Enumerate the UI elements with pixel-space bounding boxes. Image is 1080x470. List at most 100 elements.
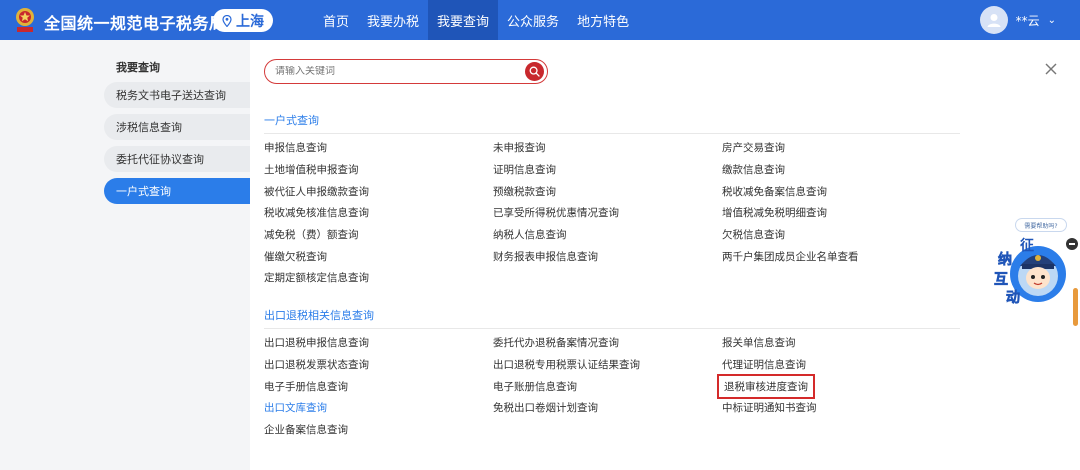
section-title-one-stop: 一户式查询	[264, 112, 960, 134]
search-icon	[529, 66, 540, 77]
query-link-label: 中标证明通知书查询	[722, 402, 817, 415]
nav-label: 我要办税	[367, 14, 420, 30]
user-icon	[987, 14, 1001, 27]
query-link-label: 出口退税申报信息查询	[264, 337, 369, 350]
query-link-label: 电子手册信息查询	[264, 380, 348, 393]
query-link-label: 增值税减免税明细查询	[722, 207, 827, 220]
query-link-label: 税收减免备案信息查询	[722, 185, 827, 198]
query-link-label: 税收减免核准信息查询	[264, 207, 369, 220]
query-link-label: 纳税人信息查询	[493, 229, 567, 242]
nav-label: 首页	[323, 14, 350, 30]
query-link-label: 出口退税发票状态查询	[264, 359, 369, 372]
assistant-char-3: 互	[994, 272, 1008, 288]
search-box	[264, 59, 548, 84]
query-link[interactable]: 财务报表申报信息查询	[493, 245, 722, 267]
query-link-label: 电子账册信息查询	[493, 380, 577, 393]
nav-label: 地方特色	[577, 14, 630, 30]
query-link[interactable]: 中标证明通知书查询	[722, 397, 951, 419]
query-link[interactable]: 预缴税款查询	[493, 180, 722, 202]
sidebar-item-one-stop-query[interactable]: 一户式查询	[104, 178, 250, 204]
query-link[interactable]: 代理证明信息查询	[722, 354, 951, 376]
query-link[interactable]: 催缴欠税查询	[264, 245, 493, 267]
user-name: **云	[1015, 13, 1040, 28]
nav-public-service[interactable]: 公众服务	[498, 0, 568, 40]
query-link[interactable]: 报关单信息查询	[722, 332, 951, 354]
query-link[interactable]: 出口退税申报信息查询	[264, 332, 493, 354]
query-link[interactable]: 被代征人申报缴款查询	[264, 180, 493, 202]
scroll-handle[interactable]	[1073, 288, 1078, 326]
query-link[interactable]: 税收减免备案信息查询	[722, 180, 951, 202]
close-icon[interactable]	[1044, 62, 1058, 76]
query-link[interactable]: 企业备案信息查询	[264, 419, 493, 441]
nav-home[interactable]: 首页	[314, 0, 358, 40]
help-bubble[interactable]: 需要帮助吗?	[1015, 218, 1067, 232]
query-link[interactable]: 增值税减免税明细查询	[722, 202, 951, 224]
query-link[interactable]: 欠税信息查询	[722, 224, 951, 246]
nav-query[interactable]: 我要查询	[428, 0, 499, 40]
minimize-assistant-button[interactable]	[1066, 238, 1078, 250]
query-link[interactable]: 出口文库查询	[264, 397, 493, 419]
query-link-label: 免税出口卷烟计划查询	[493, 402, 598, 415]
query-link[interactable]: 房产交易查询	[722, 137, 951, 159]
query-link[interactable]: 电子账册信息查询	[493, 375, 722, 397]
location-pin-icon	[222, 14, 232, 27]
query-link[interactable]: 出口退税发票状态查询	[264, 354, 493, 376]
query-panel: 一户式查询 申报信息查询 未申报查询 房产交易查询土地增值税申报查询 证明信息查询 缴款…	[250, 40, 1080, 470]
assistant-char-2: 纳	[998, 251, 1012, 268]
query-link-label: 定期定额核定信息查询	[264, 272, 369, 285]
nav-tax-handling[interactable]: 我要办税	[358, 0, 428, 40]
query-link-label: 预缴税款查询	[493, 185, 556, 198]
sidebar-item-e-delivery[interactable]: 税务文书电子送达查询	[104, 82, 250, 108]
one-stop-query-links: 申报信息查询 未申报查询 房产交易查询土地增值税申报查询 证明信息查询 缴款信息查询被代…	[264, 137, 984, 289]
query-link[interactable]: 免税出口卷烟计划查询	[493, 397, 722, 419]
assistant-char-1: 征	[1020, 237, 1034, 254]
query-link[interactable]: 两千户集团成员企业名单查看	[722, 245, 951, 267]
region-selector[interactable]: 上海	[213, 9, 273, 32]
search-input[interactable]	[275, 66, 515, 77]
query-link[interactable]: 税收减免核准信息查询	[264, 202, 493, 224]
query-link[interactable]: 减免税（费）额查询	[264, 224, 493, 246]
query-link-label: 企业备案信息查询	[264, 424, 348, 437]
sidebar-title: 我要查询	[116, 61, 160, 74]
search-button[interactable]	[525, 62, 544, 81]
tax-assistant-mascot-icon[interactable]: 征 纳 互 动	[992, 236, 1070, 306]
query-link-label: 减免税（费）额查询	[264, 229, 359, 242]
query-link-label: 缴款信息查询	[722, 164, 785, 177]
query-link-label: 报关单信息查询	[722, 337, 796, 350]
query-link-label: 两千户集团成员企业名单查看	[722, 250, 859, 263]
avatar[interactable]	[979, 6, 1008, 34]
query-link-label: 已享受所得税优惠情况查询	[493, 207, 619, 220]
query-link[interactable]: 纳税人信息查询	[493, 224, 722, 246]
sidebar-item-tax-info[interactable]: 涉税信息查询	[104, 114, 250, 140]
nav-local-features[interactable]: 地方特色	[568, 0, 638, 40]
chevron-down-icon[interactable]: ⌄	[1048, 15, 1056, 26]
query-link[interactable]: 定期定额核定信息查询	[264, 267, 493, 289]
assistant-char-4: 动	[1006, 289, 1020, 306]
query-link-label: 出口文库查询	[264, 402, 327, 415]
section-title-export-rebate: 出口退税相关信息查询	[264, 307, 960, 329]
sidebar-item-entrust-agreement[interactable]: 委托代征协议查询	[104, 146, 250, 172]
user-menu[interactable]: **云 ⌄	[979, 6, 1056, 34]
query-link[interactable]: 退税审核进度查询	[717, 373, 951, 399]
query-link[interactable]: 已享受所得税优惠情况查询	[493, 202, 722, 224]
query-link[interactable]: 委托代办退税备案情况查询	[493, 332, 722, 354]
query-link[interactable]: 缴款信息查询	[722, 159, 951, 181]
query-link-label: 申报信息查询	[264, 142, 327, 155]
tax-emblem-logo	[16, 8, 34, 32]
query-link[interactable]: 电子手册信息查询	[264, 375, 493, 397]
query-link-label: 土地增值税申报查询	[264, 164, 359, 177]
query-link[interactable]: 证明信息查询	[493, 159, 722, 181]
query-link-label: 财务报表申报信息查询	[493, 250, 598, 263]
query-link-label: 出口退税专用税票认证结果查询	[493, 359, 640, 372]
query-link-label: 证明信息查询	[493, 164, 556, 177]
query-link-label: 退税审核进度查询	[717, 373, 815, 399]
nav-label: 我要查询	[437, 14, 490, 30]
query-link-label: 催缴欠税查询	[264, 250, 327, 263]
query-link-label: 欠税信息查询	[722, 229, 785, 242]
query-link-label: 被代征人申报缴款查询	[264, 185, 369, 198]
query-link[interactable]: 土地增值税申报查询	[264, 159, 493, 181]
query-link[interactable]: 未申报查询	[493, 137, 722, 159]
site-brand-title[interactable]: 全国统一规范电子税务局	[44, 10, 226, 34]
query-link[interactable]: 出口退税专用税票认证结果查询	[493, 354, 722, 376]
query-link[interactable]: 申报信息查询	[264, 137, 493, 159]
